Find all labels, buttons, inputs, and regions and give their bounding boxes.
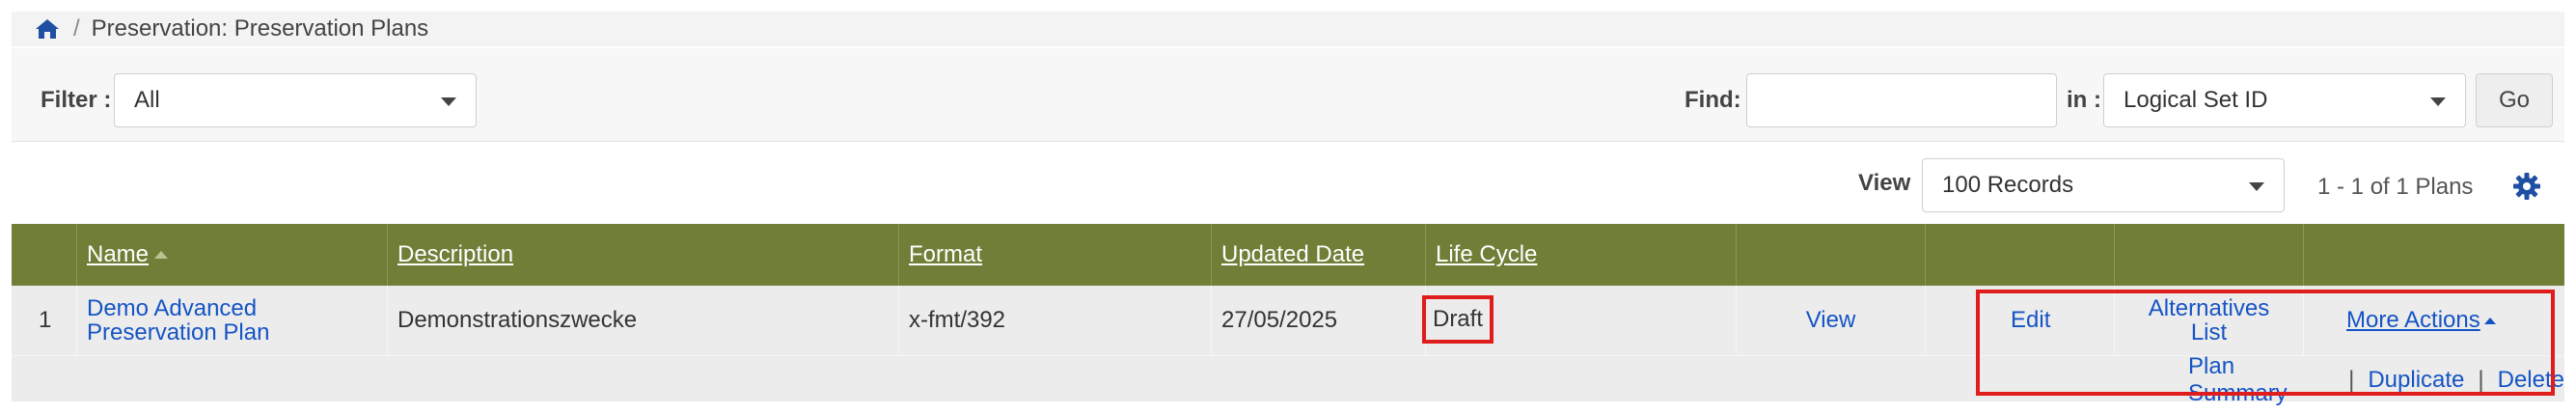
column-header-life-cycle[interactable]: Life Cycle xyxy=(1426,224,1737,286)
column-header-updated-date[interactable]: Updated Date xyxy=(1212,224,1426,286)
plan-description: Demonstrationszwecke xyxy=(388,286,899,355)
breadcrumb: / Preservation: Preservation Plans xyxy=(12,12,2564,46)
table-header: Name Description Format Updated Date Lif… xyxy=(12,224,2564,286)
row-actions-highlight xyxy=(1976,290,2555,396)
records-per-page-select[interactable]: 100 Records xyxy=(1922,158,2285,212)
plan-updated-date: 27/05/2025 xyxy=(1212,286,1426,355)
page-title: Preservation: Preservation Plans xyxy=(91,15,429,42)
filter-select-value: All xyxy=(134,87,160,113)
column-header-more-actions xyxy=(2304,224,2564,286)
find-in-select-value: Logical Set ID xyxy=(2124,87,2268,113)
column-header-format[interactable]: Format xyxy=(899,224,1212,286)
chevron-down-icon xyxy=(2249,182,2264,191)
sort-asc-icon xyxy=(154,251,169,259)
column-header-name[interactable]: Name xyxy=(77,224,388,286)
home-icon[interactable] xyxy=(35,14,64,43)
plan-format: x-fmt/392 xyxy=(899,286,1212,355)
column-header-view xyxy=(1737,224,1926,286)
row-index: 1 xyxy=(12,286,77,355)
find-in-label: in : xyxy=(2067,87,2101,113)
results-count: 1 - 1 of 1 Plans xyxy=(2317,174,2474,200)
column-header-description[interactable]: Description xyxy=(388,224,899,286)
gear-icon[interactable] xyxy=(2512,172,2541,201)
column-header-alternatives xyxy=(2115,224,2304,286)
column-header-edit xyxy=(1926,224,2115,286)
filter-select[interactable]: All xyxy=(114,73,477,127)
plan-name-link[interactable]: Demo Advanced Preservation Plan xyxy=(77,286,388,355)
go-button[interactable]: Go xyxy=(2476,73,2553,127)
chevron-down-icon xyxy=(441,97,456,106)
filter-label: Filter : xyxy=(41,87,112,113)
view-label: View xyxy=(1858,170,1911,196)
life-cycle-status-highlight: Draft xyxy=(1422,295,1494,344)
find-in-select[interactable]: Logical Set ID xyxy=(2103,73,2466,127)
find-label: Find: xyxy=(1685,87,1741,113)
life-cycle-status: Draft xyxy=(1432,306,1483,332)
column-header-index xyxy=(12,224,77,286)
find-input[interactable] xyxy=(1746,73,2057,127)
chevron-down-icon xyxy=(2430,97,2446,106)
breadcrumb-separator: / xyxy=(73,15,80,42)
view-link[interactable]: View xyxy=(1737,286,1926,355)
records-per-page-value: 100 Records xyxy=(1942,172,2074,198)
